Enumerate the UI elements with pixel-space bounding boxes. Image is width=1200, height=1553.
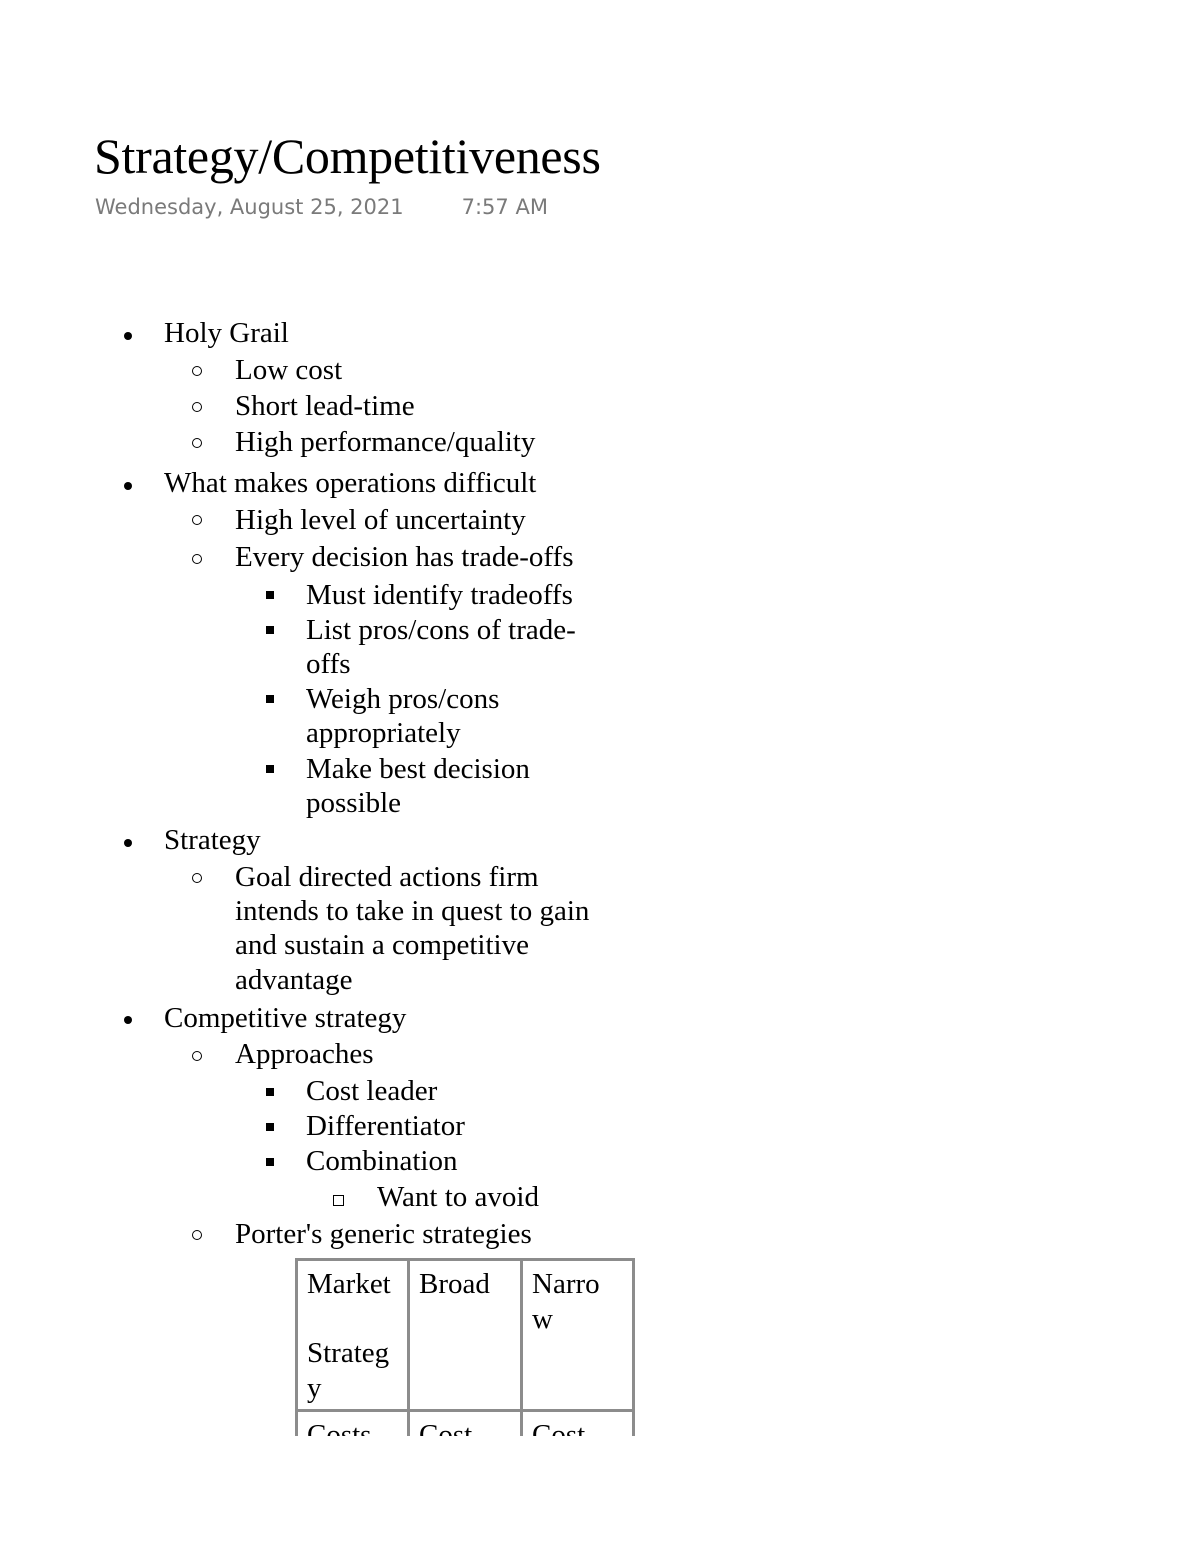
- circle-bullet-icon: [192, 873, 202, 883]
- cell-line: Market: [307, 1268, 391, 1300]
- disc-bullet-icon: [124, 1016, 132, 1024]
- outline-item: Porter's generic strategies: [235, 1218, 532, 1250]
- outline-item: Approaches: [235, 1038, 374, 1070]
- square-bullet-icon: [266, 1088, 274, 1096]
- outline-item: Cost leader: [306, 1075, 438, 1107]
- outline-item: Short lead-time: [235, 390, 415, 422]
- outline-item-continuation: possible: [306, 787, 402, 819]
- square-bullet-icon: [266, 1123, 274, 1131]
- disc-bullet-icon: [124, 332, 132, 340]
- open-square-bullet-icon: [333, 1195, 344, 1206]
- outline-item: Strategy: [164, 824, 261, 856]
- table-cell[interactable]: Cost: [407, 1409, 523, 1436]
- porter-strategies-table: Market Strateg y Broad Narro w Costs Cos…: [295, 1258, 635, 1436]
- disc-bullet-icon: [124, 482, 132, 490]
- circle-bullet-icon: [192, 1051, 202, 1061]
- table-cell[interactable]: Broad: [407, 1258, 523, 1412]
- outline-item: Make best decision: [306, 753, 530, 785]
- outline-item-continuation: advantage: [235, 964, 353, 996]
- note-body: Holy Grail Low cost Short lead-time High…: [0, 0, 1200, 1436]
- table-cell[interactable]: Costs: [295, 1409, 410, 1436]
- table-cell[interactable]: Cost: [520, 1409, 635, 1436]
- outline-item: Competitive strategy: [164, 1002, 407, 1034]
- circle-bullet-icon: [192, 554, 202, 564]
- outline-item: Must identify tradeoffs: [306, 579, 573, 611]
- outline-item-continuation: appropriately: [306, 717, 461, 749]
- outline-item: High level of uncertainty: [235, 504, 526, 536]
- outline-item: What makes operations difficult: [164, 467, 537, 499]
- table-header-row: Market Strateg y Broad Narro w: [295, 1258, 635, 1412]
- outline-item: Holy Grail: [164, 317, 289, 349]
- cell-line: Narro: [532, 1268, 600, 1300]
- outline-item: High performance/quality: [235, 426, 536, 458]
- outline-item: Differentiator: [306, 1110, 465, 1142]
- outline-item: Every decision has trade-offs: [235, 541, 574, 573]
- cell-line: Broad: [419, 1268, 490, 1300]
- cell-blank-line: [307, 1302, 399, 1337]
- square-bullet-icon: [266, 591, 274, 599]
- outline-item-continuation: offs: [306, 648, 351, 680]
- circle-bullet-icon: [192, 438, 202, 448]
- outline-item: List pros/cons of trade-: [306, 614, 576, 646]
- outline-item: Weigh pros/cons: [306, 683, 500, 715]
- outline-item: Want to avoid: [377, 1181, 539, 1213]
- circle-bullet-icon: [192, 402, 202, 412]
- table-cell[interactable]: Narro w: [520, 1258, 635, 1412]
- outline-item-continuation: intends to take in quest to gain: [235, 895, 590, 927]
- square-bullet-icon: [266, 626, 274, 634]
- table-cell[interactable]: Market Strateg y: [295, 1258, 410, 1412]
- circle-bullet-icon: [192, 515, 202, 525]
- circle-bullet-icon: [192, 366, 202, 376]
- cell-line: Strateg: [307, 1337, 390, 1369]
- disc-bullet-icon: [124, 839, 132, 847]
- circle-bullet-icon: [192, 1230, 202, 1240]
- table-row: Costs Cost Cost: [295, 1409, 635, 1436]
- square-bullet-icon: [266, 1158, 274, 1166]
- outline-item: Combination: [306, 1145, 458, 1177]
- outline-item: Goal directed actions firm: [235, 861, 539, 893]
- cell-line: y: [307, 1371, 322, 1404]
- square-bullet-icon: [266, 765, 274, 773]
- outline-item-continuation: and sustain a competitive: [235, 929, 529, 961]
- outline-item: Low cost: [235, 354, 343, 386]
- square-bullet-icon: [266, 695, 274, 703]
- cell-line: w: [532, 1302, 553, 1335]
